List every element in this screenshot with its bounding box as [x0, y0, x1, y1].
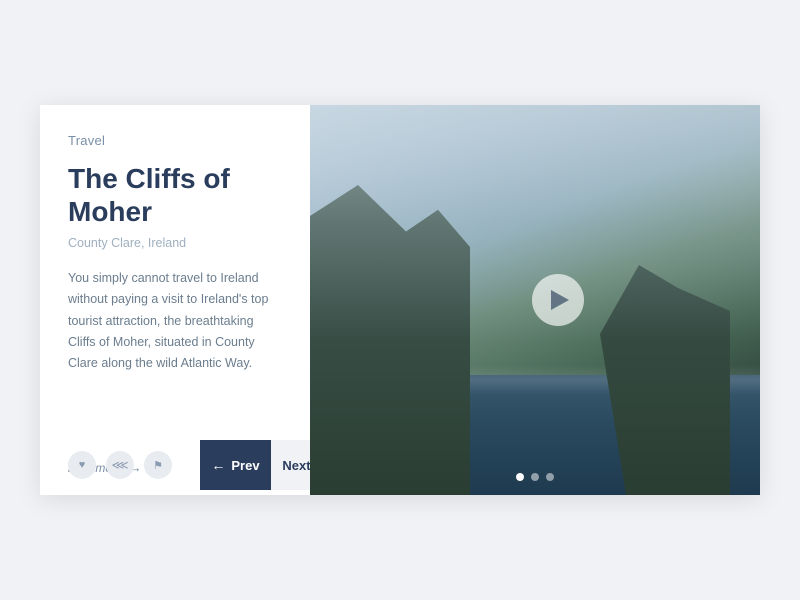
article-card: Travel The Cliffs of Moher County Clare,…	[40, 105, 760, 495]
article-title: The Cliffs of Moher	[68, 162, 282, 228]
share-button[interactable]: ⋘	[106, 451, 134, 479]
slide-dots	[516, 473, 554, 481]
share-icon: ⋘	[111, 458, 128, 472]
dot-3[interactable]	[546, 473, 554, 481]
right-panel	[310, 105, 760, 495]
article-subtitle: County Clare, Ireland	[68, 236, 282, 250]
social-icons: ♥ ⋘ ⚑	[40, 435, 200, 495]
bottom-bar: ♥ ⋘ ⚑ ← Prev Next →	[40, 435, 310, 495]
bookmark-icon: ⚑	[153, 459, 163, 472]
prev-arrow-icon: ←	[211, 457, 225, 473]
category-label: Travel	[68, 133, 282, 148]
dot-1[interactable]	[516, 473, 524, 481]
play-button[interactable]	[532, 274, 584, 326]
twitter-icon: ♥	[79, 459, 86, 471]
prev-button[interactable]: ← Prev	[200, 440, 271, 490]
article-body: You simply cannot travel to Ireland with…	[68, 268, 282, 450]
bookmark-button[interactable]: ⚑	[144, 451, 172, 479]
twitter-button[interactable]: ♥	[68, 451, 96, 479]
left-panel: Travel The Cliffs of Moher County Clare,…	[40, 105, 310, 495]
next-label: Next	[282, 458, 310, 473]
prev-label: Prev	[231, 458, 259, 473]
dot-2[interactable]	[531, 473, 539, 481]
play-icon	[551, 290, 569, 310]
